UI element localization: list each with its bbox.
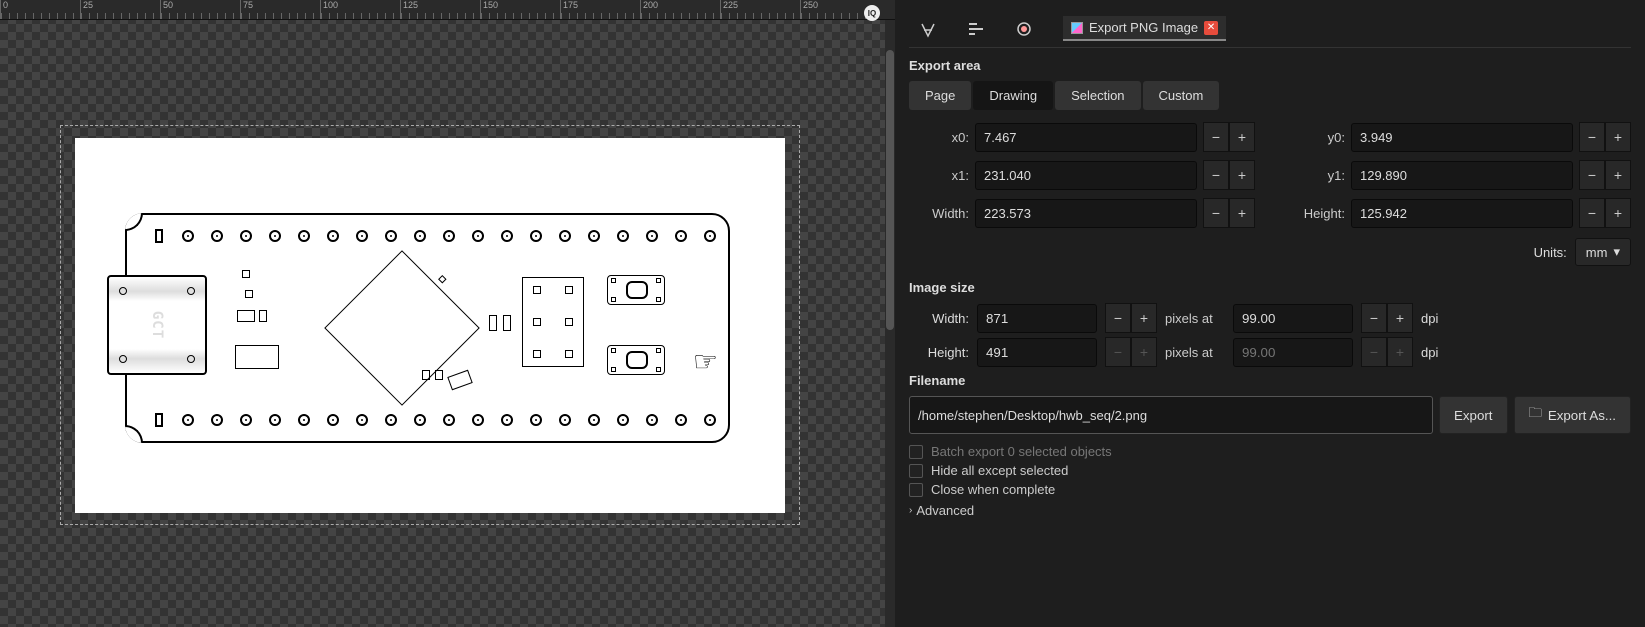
area-selection-button[interactable]: Selection: [1055, 81, 1140, 110]
image-size-label: Image size: [909, 280, 1631, 295]
area-drawing-button[interactable]: Drawing: [973, 81, 1053, 110]
text-tool-tab-icon[interactable]: [919, 20, 937, 38]
batch-label: Batch export 0 selected objects: [931, 444, 1112, 459]
hide-checkbox[interactable]: [909, 464, 923, 478]
scrollbar-vertical[interactable]: [885, 20, 895, 627]
panel-tabs: Export PNG Image ✕: [909, 10, 1631, 48]
export-as-button[interactable]: 🗀Export As...: [1514, 396, 1631, 434]
dpi-input-2: [1233, 338, 1353, 367]
pcb-outline: GCT ☞: [125, 213, 730, 443]
hide-except-row[interactable]: Hide all except selected: [909, 463, 1631, 478]
x1-inc[interactable]: +: [1229, 160, 1255, 190]
tab-export-png[interactable]: Export PNG Image ✕: [1063, 16, 1226, 41]
img-height-label: Height:: [909, 345, 969, 360]
units-select[interactable]: mm▾: [1575, 238, 1631, 266]
h-inc[interactable]: +: [1605, 198, 1631, 228]
area-page-button[interactable]: Page: [909, 81, 971, 110]
folder-icon: 🗀: [1529, 404, 1542, 426]
x0-label: x0:: [909, 130, 969, 145]
dpi-label-1: dpi: [1421, 311, 1438, 326]
export-area-segmented: Page Drawing Selection Custom: [909, 81, 1631, 110]
imgh-inc[interactable]: +: [1131, 337, 1157, 367]
close-label: Close when complete: [931, 482, 1055, 497]
area-custom-button[interactable]: Custom: [1143, 81, 1220, 110]
dpi2-inc: +: [1387, 337, 1413, 367]
fill-tab-icon[interactable]: [1015, 20, 1033, 38]
x0-dec[interactable]: −: [1203, 122, 1229, 152]
pixels-at-label-2: pixels at: [1165, 345, 1225, 360]
chevron-down-icon: ▾: [1613, 244, 1620, 260]
dpi-input-1[interactable]: [1233, 304, 1353, 333]
dpi-label-2: dpi: [1421, 345, 1438, 360]
chevron-right-icon: ›: [909, 505, 912, 516]
zoom-badge: IQ: [864, 5, 880, 21]
w-dec[interactable]: −: [1203, 198, 1229, 228]
width-label: Width:: [909, 206, 969, 221]
export-area-label: Export area: [909, 58, 1631, 73]
close-checkbox[interactable]: [909, 483, 923, 497]
y0-inc[interactable]: +: [1605, 122, 1631, 152]
img-width-label: Width:: [909, 311, 969, 326]
export-button[interactable]: Export: [1439, 396, 1508, 434]
x0-inc[interactable]: +: [1229, 122, 1255, 152]
y0-label: y0:: [1285, 130, 1345, 145]
align-tab-icon[interactable]: [967, 20, 985, 38]
batch-checkbox: [909, 445, 923, 459]
page-canvas[interactable]: GCT ☞: [75, 138, 785, 513]
img-width-input[interactable]: [977, 304, 1097, 333]
imgw-dec[interactable]: −: [1105, 303, 1131, 333]
dpi1-inc[interactable]: +: [1387, 303, 1413, 333]
w-inc[interactable]: +: [1229, 198, 1255, 228]
pixels-at-label-1: pixels at: [1165, 311, 1225, 326]
batch-export-row: Batch export 0 selected objects: [909, 444, 1631, 459]
x1-label: x1:: [909, 168, 969, 183]
png-icon: [1071, 22, 1083, 34]
y0-dec[interactable]: −: [1579, 122, 1605, 152]
y1-input[interactable]: [1351, 161, 1573, 190]
y0-input[interactable]: [1351, 123, 1573, 152]
dpi2-dec: −: [1361, 337, 1387, 367]
hand-pointer-icon: ☞: [693, 345, 718, 378]
y1-inc[interactable]: +: [1605, 160, 1631, 190]
imgh-dec[interactable]: −: [1105, 337, 1131, 367]
tab-export-label: Export PNG Image: [1089, 20, 1198, 35]
x1-dec[interactable]: −: [1203, 160, 1229, 190]
ruler-horizontal: 0255075100125150175200225250: [0, 0, 895, 20]
tact-switch-2: [607, 345, 665, 375]
filename-label: Filename: [909, 373, 1631, 388]
usb-connector: GCT: [107, 275, 207, 375]
img-height-input[interactable]: [977, 338, 1097, 367]
advanced-label: Advanced: [916, 503, 974, 518]
y1-dec[interactable]: −: [1579, 160, 1605, 190]
x1-input[interactable]: [975, 161, 1197, 190]
imgw-inc[interactable]: +: [1131, 303, 1157, 333]
height-input[interactable]: [1351, 199, 1573, 228]
close-tab-button[interactable]: ✕: [1204, 21, 1218, 35]
tact-switch-1: [607, 275, 665, 305]
canvas-area[interactable]: 0255075100125150175200225250 IQ GCT ☞: [0, 0, 895, 627]
y1-label: y1:: [1285, 168, 1345, 183]
pin-header: [522, 277, 584, 367]
usb-label: GCT: [149, 311, 165, 339]
filename-input[interactable]: [909, 396, 1433, 434]
export-panel: Export PNG Image ✕ Export area Page Draw…: [895, 0, 1645, 627]
height-label: Height:: [1285, 206, 1345, 221]
width-input[interactable]: [975, 199, 1197, 228]
scrollbar-thumb[interactable]: [886, 50, 894, 330]
x0-input[interactable]: [975, 123, 1197, 152]
dpi1-dec[interactable]: −: [1361, 303, 1387, 333]
close-complete-row[interactable]: Close when complete: [909, 482, 1631, 497]
h-dec[interactable]: −: [1579, 198, 1605, 228]
advanced-toggle[interactable]: › Advanced: [909, 503, 1631, 518]
units-label: Units:: [1534, 245, 1567, 260]
hide-label: Hide all except selected: [931, 463, 1068, 478]
